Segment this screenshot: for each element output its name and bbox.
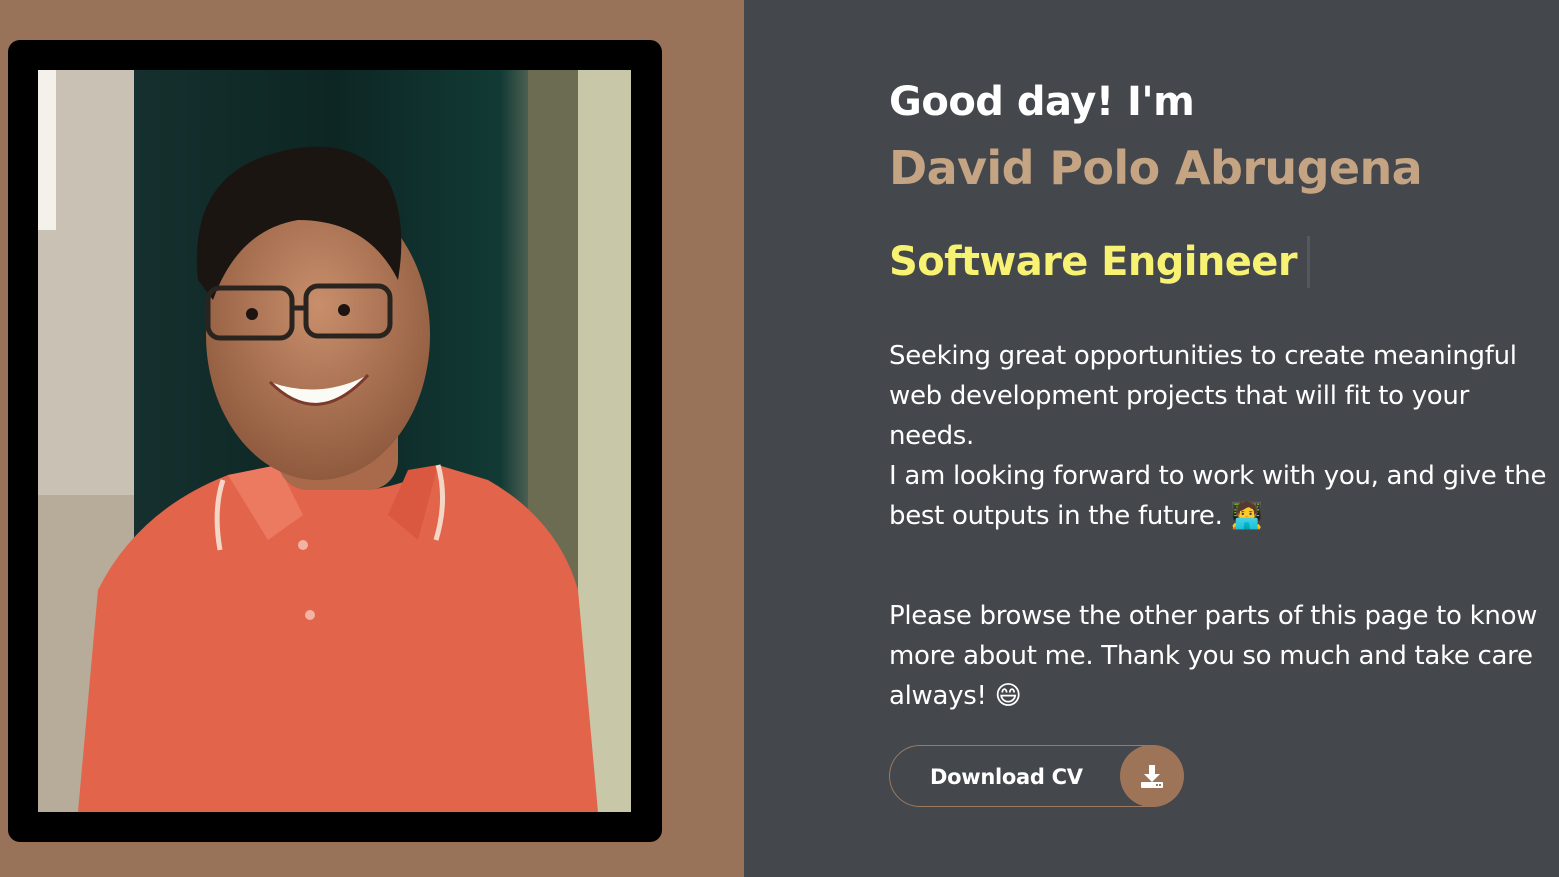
greeting-heading: Good day! I'm <box>889 79 1195 125</box>
name-heading: David Polo Abrugena <box>889 141 1423 195</box>
role-text: Software Engineer <box>889 239 1298 285</box>
technologist-emoji-icon: 🧑‍💻 <box>1230 501 1263 531</box>
typewriter-cursor <box>1306 236 1310 288</box>
bio-paragraph-spacer <box>889 536 1549 596</box>
bio-paragraph-2: Please browse the other parts of this pa… <box>889 596 1549 716</box>
download-cv-label: Download CV <box>930 765 1083 789</box>
left-panel <box>0 0 744 877</box>
profile-photo-frame <box>8 40 662 842</box>
grinning-emoji-icon: 😄 <box>994 681 1022 711</box>
download-icon-badge[interactable] <box>1120 745 1184 807</box>
profile-photo-illustration <box>38 70 631 812</box>
bio-paragraph-1: Seeking great opportunities to create me… <box>889 336 1549 536</box>
bio-line-2: I am looking forward to work with you, a… <box>889 461 1547 531</box>
role-typewriter: Software Engineer <box>889 234 1310 290</box>
profile-photo <box>38 70 631 812</box>
download-icon <box>1141 765 1163 788</box>
bio-line-1: Seeking great opportunities to create me… <box>889 341 1517 451</box>
bio-line-3: Please browse the other parts of this pa… <box>889 601 1538 711</box>
download-cv-button[interactable]: Download CV <box>889 745 1184 807</box>
bio-text: Seeking great opportunities to create me… <box>889 336 1549 716</box>
